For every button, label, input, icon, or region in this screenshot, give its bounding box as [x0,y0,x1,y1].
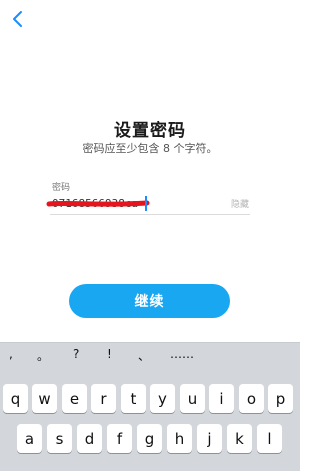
punct-enum-comma[interactable]: 、 [138,347,150,364]
punct-question[interactable]: ? [73,347,79,361]
key-q[interactable]: q [3,384,28,413]
key-u[interactable]: u [180,384,205,413]
chevron-left-icon [13,11,22,27]
key-g[interactable]: g [137,424,162,453]
key-p[interactable]: p [268,384,293,413]
key-e[interactable]: e [62,384,87,413]
key-s[interactable]: s [47,424,72,453]
back-button[interactable] [7,8,29,30]
password-field-container: 隐藏 [46,192,250,215]
key-y[interactable]: y [150,384,175,413]
continue-button[interactable]: 继续 [69,284,230,318]
hide-password-toggle[interactable]: 隐藏 [231,197,249,210]
punctuation-bar: , 。 ? ! 、 …… [0,342,300,370]
key-t[interactable]: t [121,384,146,413]
input-underline [50,214,250,215]
key-o[interactable]: o [239,384,264,413]
key-l[interactable]: l [257,424,282,453]
key-j[interactable]: j [197,424,222,453]
key-w[interactable]: w [32,384,57,413]
key-h[interactable]: h [167,424,192,453]
keyboard: , 。 ? ! 、 …… q w e r t y u i o p a s d f… [0,342,300,471]
text-caret [145,196,147,211]
punct-exclaim[interactable]: ! [107,347,112,361]
key-k[interactable]: k [227,424,252,453]
punct-comma[interactable]: , [9,347,13,361]
redaction-mark [46,200,150,207]
key-i[interactable]: i [209,384,234,413]
key-a[interactable]: a [17,424,42,453]
key-r[interactable]: r [91,384,116,413]
page-subtitle: 密码应至少包含 8 个字符。 [82,142,218,155]
key-d[interactable]: d [77,424,102,453]
punct-period[interactable]: 。 [37,347,49,364]
page-title: 设置密码 [114,121,186,141]
key-f[interactable]: f [107,424,132,453]
punct-ellipsis[interactable]: …… [170,347,194,361]
